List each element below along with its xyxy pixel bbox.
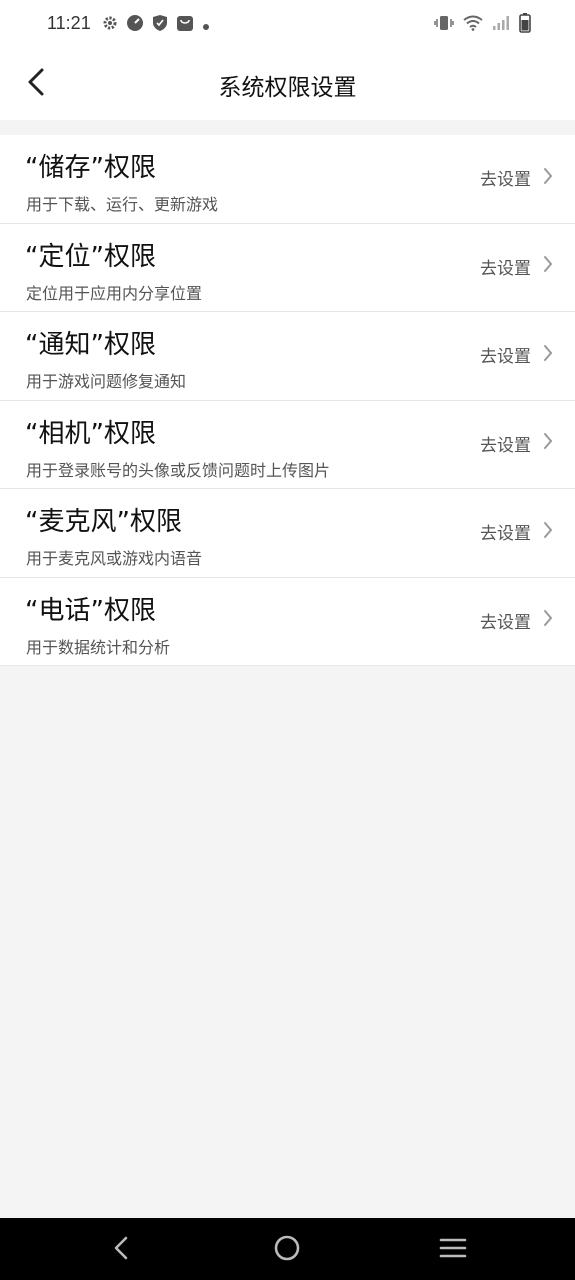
permission-title: “电话”权限	[25, 595, 156, 626]
page-title: 系统权限设置	[218, 75, 357, 101]
permission-description: 用于数据统计和分析	[26, 637, 171, 657]
permission-item-phone[interactable]: “电话”权限 用于数据统计和分析 去设置	[0, 578, 575, 666]
go-settings-label: 去设置	[480, 612, 531, 633]
system-recents-button[interactable]	[436, 1233, 470, 1267]
chevron-right-icon	[543, 255, 553, 277]
signal-icon	[492, 15, 510, 35]
go-settings-label: 去设置	[480, 258, 531, 279]
status-icons-right	[434, 13, 531, 37]
go-settings-label: 去设置	[480, 347, 531, 367]
chevron-right-icon	[543, 521, 553, 543]
battery-icon	[519, 13, 531, 37]
system-home-button[interactable]	[270, 1233, 304, 1267]
home-circle-icon	[273, 1234, 301, 1266]
permission-list: “储存”权限 用于下载、运行、更新游戏 去设置 “定位”权限 定位用于应用内分享…	[0, 135, 575, 666]
bag-icon	[176, 14, 194, 36]
permission-title: “麦克风”权限	[25, 507, 182, 537]
go-settings-button[interactable]: 去设置	[480, 342, 553, 367]
status-icons-left	[102, 14, 210, 36]
permission-item-location[interactable]: “定位”权限 定位用于应用内分享位置 去设置	[0, 224, 575, 312]
permission-title: “通知”权限	[25, 330, 156, 360]
go-settings-button[interactable]: 去设置	[480, 608, 553, 633]
chevron-right-icon	[543, 432, 553, 454]
permission-description: 用于麦克风或游戏内语音	[26, 549, 203, 568]
vibrate-icon	[434, 15, 454, 35]
permission-item-notification[interactable]: “通知”权限 用于游戏问题修复通知 去设置	[0, 312, 575, 401]
chevron-right-icon	[543, 167, 553, 189]
go-settings-button[interactable]: 去设置	[480, 254, 553, 279]
permission-title: “相机”权限	[25, 418, 156, 449]
chevron-right-icon	[543, 344, 553, 366]
go-settings-button[interactable]: 去设置	[480, 431, 553, 456]
go-settings-label: 去设置	[480, 435, 531, 456]
header-bar: 系统权限设置	[0, 48, 575, 120]
status-bar: 11:21	[0, 0, 575, 48]
go-settings-button[interactable]: 去设置	[480, 165, 553, 190]
speed-icon	[126, 14, 144, 36]
system-navigation-bar	[0, 1218, 575, 1280]
dot-icon	[202, 16, 210, 35]
permission-description: 用于游戏问题修复通知	[26, 372, 187, 391]
permission-description: 用于下载、运行、更新游戏	[26, 195, 219, 214]
status-time: 11:21	[47, 13, 91, 33]
permission-title: “定位”权限	[25, 241, 156, 272]
recents-menu-icon	[439, 1236, 467, 1264]
go-settings-label: 去设置	[480, 170, 531, 190]
back-triangle-icon	[112, 1235, 130, 1265]
permission-item-microphone[interactable]: “麦克风”权限 用于麦克风或游戏内语音 去设置	[0, 489, 575, 578]
permission-item-camera[interactable]: “相机”权限 用于登录账号的头像或反馈问题时上传图片 去设置	[0, 401, 575, 489]
wifi-icon	[463, 15, 483, 35]
permission-description: 用于登录账号的头像或反馈问题时上传图片	[26, 460, 331, 480]
chevron-right-icon	[543, 609, 553, 631]
system-back-button[interactable]	[104, 1233, 138, 1267]
permission-title: “储存”权限	[25, 153, 156, 183]
go-settings-button[interactable]: 去设置	[480, 519, 553, 544]
permission-description: 定位用于应用内分享位置	[26, 283, 203, 303]
gear-icon	[102, 15, 118, 35]
shield-icon	[152, 14, 168, 36]
go-settings-label: 去设置	[480, 524, 531, 544]
permission-item-storage[interactable]: “储存”权限 用于下载、运行、更新游戏 去设置	[0, 135, 575, 224]
